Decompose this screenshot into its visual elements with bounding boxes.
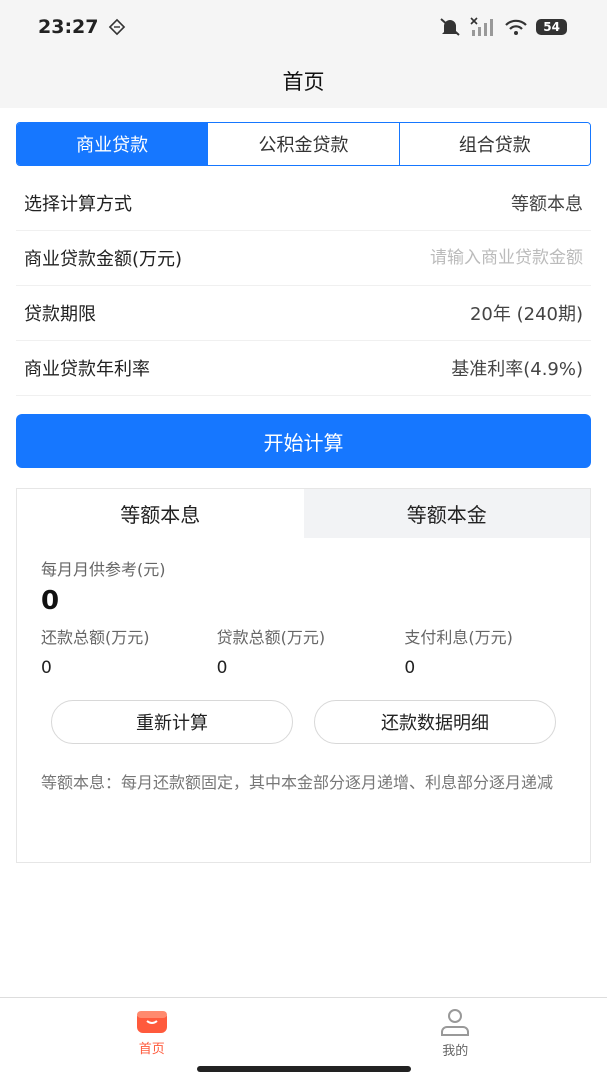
amount-row: 商业贷款金额(万元) <box>16 231 591 286</box>
status-icons: 54 <box>438 17 567 37</box>
result-stats: 还款总额(万元) 0 贷款总额(万元) 0 支付利息(万元) 0 <box>41 624 566 678</box>
method-note: 等额本息：每月还款额固定，其中本金部分逐月递增、利息部分逐月递减 <box>41 773 554 792</box>
status-time-wrap: 23:27 <box>38 16 126 38</box>
tab-equal-installment[interactable]: 等额本息 <box>17 489 304 538</box>
method-label: 选择计算方式 <box>24 194 132 215</box>
signal-icon <box>470 17 494 36</box>
tab-provident-fund-loan[interactable]: 公积金贷款 <box>207 123 399 165</box>
stat-value: 0 <box>404 658 416 678</box>
stat-total-repayment: 还款总额(万元) 0 <box>41 624 203 678</box>
repayment-detail-button[interactable]: 还款数据明细 <box>314 700 556 744</box>
recalculate-button[interactable]: 重新计算 <box>51 700 293 744</box>
term-row[interactable]: 贷款期限 20年 (240期) <box>16 286 591 341</box>
home-icon <box>136 1011 167 1033</box>
calculate-button[interactable]: 开始计算 <box>16 414 591 468</box>
loan-amount-input[interactable] <box>363 248 583 268</box>
stat-value: 0 <box>216 658 228 678</box>
notification-icon <box>109 18 126 36</box>
monthly-payment-label: 每月月供参考(元) <box>41 560 166 579</box>
user-icon <box>441 1009 470 1036</box>
method-row[interactable]: 选择计算方式 等额本息 <box>16 176 591 231</box>
stat-label: 支付利息(万元) <box>404 628 513 647</box>
rate-value: 基准利率(4.9%) <box>451 359 583 380</box>
mute-icon <box>440 18 460 36</box>
method-value: 等额本息 <box>511 194 583 215</box>
tab-combined-loan[interactable]: 组合贷款 <box>398 123 590 165</box>
loan-type-tabs: 商业贷款 公积金贷款 组合贷款 <box>16 122 591 166</box>
status-time: 23:27 <box>38 16 99 38</box>
term-value: 20年 (240期) <box>469 304 583 325</box>
status-bar: 23:27 54 <box>0 0 607 54</box>
result-card: 等额本息 等额本金 每月月供参考(元) 0 还款总额(万元) 0 贷款总额(万元… <box>16 488 591 863</box>
bottom-tab-label: 首页 <box>138 1042 165 1057</box>
monthly-payment-value: 0 <box>41 586 60 616</box>
rate-row[interactable]: 商业贷款年利率 基准利率(4.9%) <box>16 341 591 396</box>
result-body: 每月月供参考(元) 0 还款总额(万元) 0 贷款总额(万元) 0 支付利息(万… <box>17 538 590 796</box>
wifi-icon <box>505 19 528 35</box>
nav-bar: 首页 <box>0 54 607 108</box>
amount-label: 商业贷款金额(万元) <box>24 249 183 270</box>
stat-interest: 支付利息(万元) 0 <box>378 624 566 678</box>
stat-total-loan: 贷款总额(万元) 0 <box>203 624 379 678</box>
battery-indicator: 54 <box>536 19 567 35</box>
term-label: 贷款期限 <box>24 304 96 325</box>
stat-label: 贷款总额(万元) <box>216 628 326 647</box>
result-actions: 重新计算 还款数据明细 <box>51 700 556 744</box>
stat-value: 0 <box>41 658 52 678</box>
tab-equal-principal[interactable]: 等额本金 <box>303 489 590 538</box>
rate-label: 商业贷款年利率 <box>24 359 150 380</box>
stat-label: 还款总额(万元) <box>41 628 150 647</box>
home-indicator <box>197 1066 411 1072</box>
bottom-tab-label: 我的 <box>442 1044 469 1059</box>
page-title: 首页 <box>282 70 325 94</box>
tab-commercial-loan[interactable]: 商业贷款 <box>17 123 208 165</box>
repayment-method-tabs: 等额本息 等额本金 <box>17 489 590 538</box>
loan-form: 选择计算方式 等额本息 商业贷款金额(万元) 贷款期限 20年 (240期) 商… <box>0 176 607 396</box>
